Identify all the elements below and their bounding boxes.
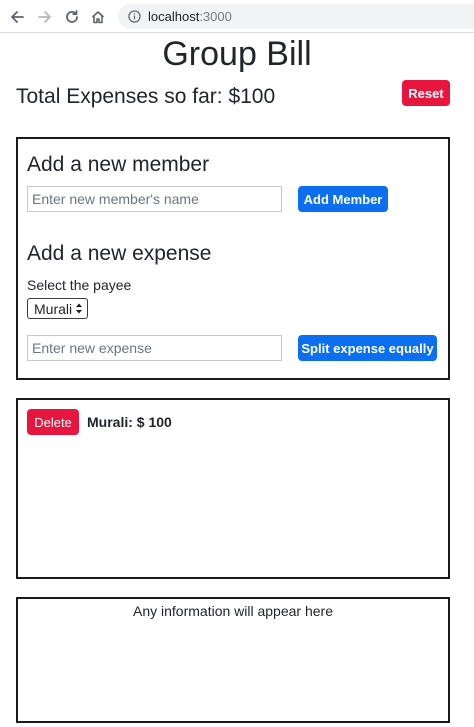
add-expense-heading: Add a new expense (27, 242, 212, 265)
form-panel: Add a new member Enter new member's name… (16, 137, 450, 380)
page-title: Group Bill (162, 35, 312, 73)
info-panel: Any information will appear here (16, 597, 450, 723)
delete-button[interactable]: Delete (27, 409, 79, 435)
forward-arrow-icon[interactable] (34, 6, 56, 28)
address-bar[interactable]: localhost:3000 (118, 4, 474, 29)
back-arrow-icon[interactable] (6, 6, 28, 28)
expense-entry-text: Murali: $ 100 (87, 414, 172, 430)
split-expense-button[interactable]: Split expense equally (298, 335, 437, 361)
list-item: Delete Murali: $ 100 (27, 409, 172, 435)
reload-icon[interactable] (61, 6, 83, 28)
reset-button[interactable]: Reset (402, 80, 450, 106)
info-icon[interactable] (127, 10, 141, 24)
expense-input[interactable]: Enter new expense (27, 335, 282, 361)
expense-list-panel: Delete Murali: $ 100 (16, 398, 450, 579)
payee-select[interactable]: Murali (27, 298, 88, 319)
payee-label: Select the payee (27, 277, 132, 293)
add-member-heading: Add a new member (27, 153, 210, 176)
add-member-button[interactable]: Add Member (298, 186, 388, 212)
member-name-input[interactable]: Enter new member's name (27, 186, 282, 212)
browser-toolbar: localhost:3000 (0, 0, 474, 33)
url-port: :3000 (199, 9, 232, 24)
total-expenses: Total Expenses so far: $100 (16, 85, 276, 108)
select-arrows-icon (76, 303, 82, 314)
payee-selected-value: Murali (34, 300, 73, 317)
url-host: localhost (148, 9, 200, 24)
home-icon[interactable] (87, 6, 109, 28)
info-message: Any information will appear here (133, 603, 333, 619)
